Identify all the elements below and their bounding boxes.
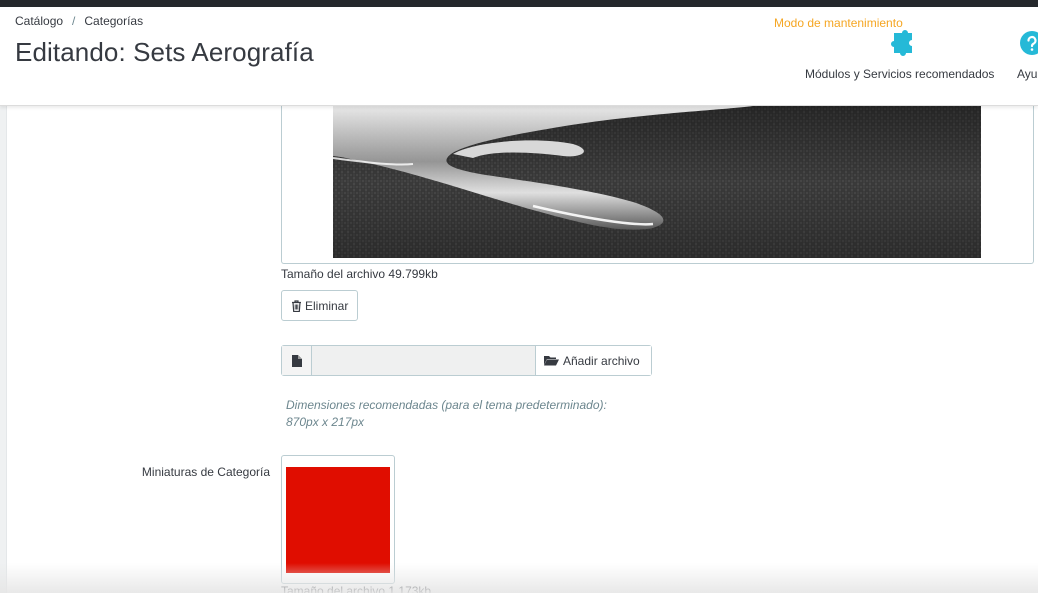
thumbnail-file-size: Tamaño del archivo 1.173kb [281, 584, 432, 593]
breadcrumb-categories[interactable]: Categorías [84, 14, 143, 28]
breadcrumb-catalog[interactable]: Catálogo [15, 14, 63, 28]
file-name-input[interactable] [312, 346, 536, 375]
file-icon [291, 354, 302, 367]
delete-image-button[interactable]: Eliminar [281, 290, 358, 321]
puzzle-icon[interactable] [888, 29, 918, 57]
thumbnail-image [286, 467, 390, 573]
recommended-dimensions-help: Dimensiones recomendadas (para el tema p… [286, 397, 607, 431]
breadcrumb-separator: / [72, 14, 76, 28]
add-file-label: Añadir archivo [563, 353, 640, 368]
trash-icon [292, 299, 301, 312]
breadcrumb: Catálogo / Categorías [15, 14, 143, 28]
left-rail [0, 106, 7, 593]
folder-open-icon [544, 356, 559, 366]
category-image-file-size: Tamaño del archivo 49.799kb [281, 267, 438, 281]
add-file-button[interactable]: Añadir archivo [536, 346, 651, 375]
file-icon-addon [282, 346, 312, 375]
delete-label: Eliminar [305, 298, 349, 313]
category-image-preview [333, 106, 981, 258]
top-bar [0, 0, 1038, 7]
page-title: Editando: Sets Aerografía [15, 37, 314, 67]
help-text-line-1: Dimensiones recomendadas (para el tema p… [286, 398, 607, 412]
page-header: Catálogo / Categorías Editando: Sets Aerog… [0, 7, 1038, 106]
file-upload-group: Añadir archivo [281, 345, 652, 376]
modules-services-link[interactable]: Módulos y Servicios recomendados [805, 67, 994, 81]
help-text-line-2: 870px x 217px [286, 415, 365, 429]
help-icon[interactable] [1020, 31, 1038, 55]
help-link[interactable]: Ayuda [1017, 67, 1038, 81]
maintenance-mode-link[interactable]: Modo de mantenimiento [774, 16, 903, 30]
thumbnails-label: Miniaturas de Categoría [141, 465, 270, 479]
